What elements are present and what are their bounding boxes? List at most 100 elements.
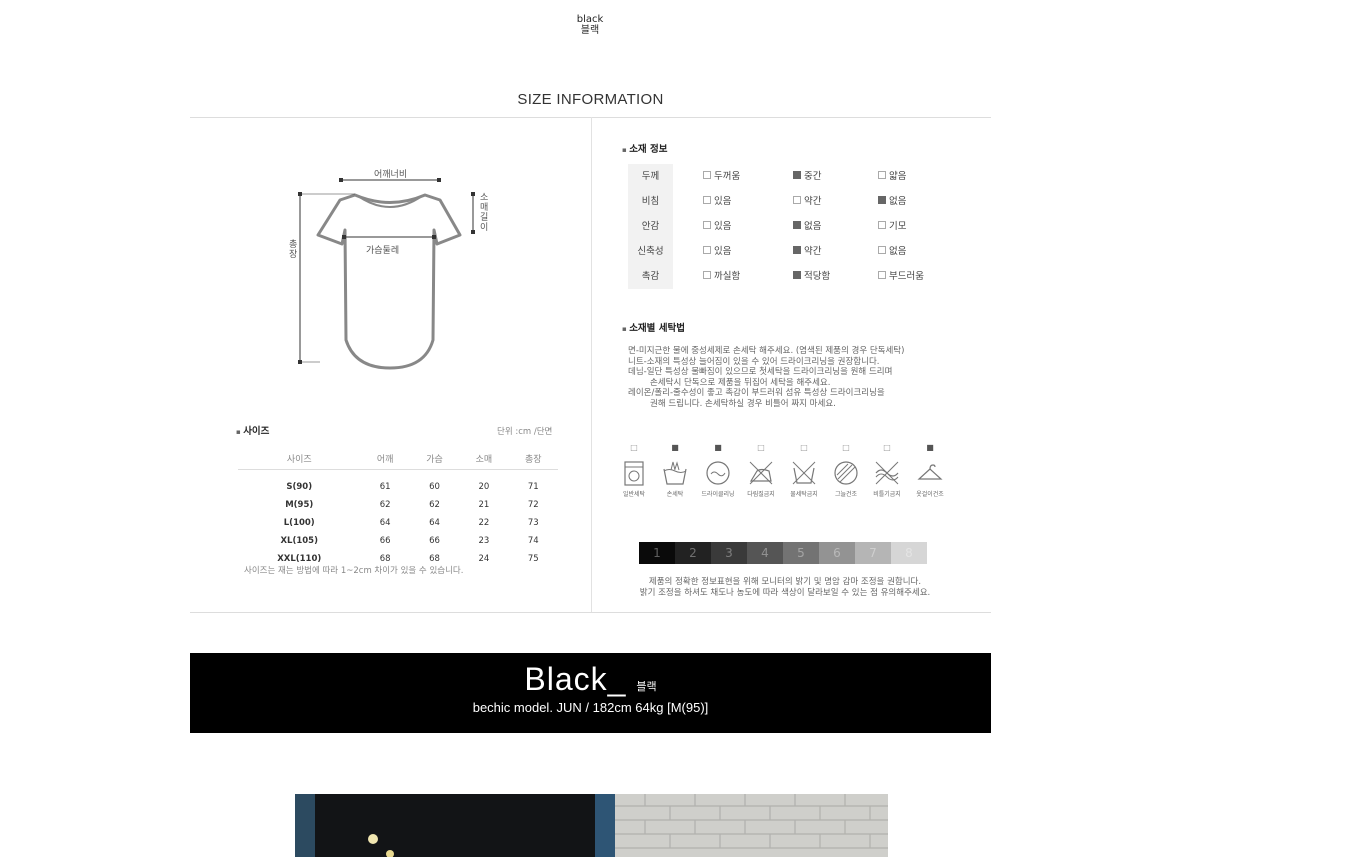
care-label: 드라이클리닝 [701,491,735,498]
chest-cell: 62 [429,500,440,510]
shoulder-cell: 64 [379,518,391,528]
fabric-row-label: 신축성 [628,239,673,264]
table-row: XL(105) 66 66 23 74 [238,532,558,550]
checkbox-checked-icon [793,171,801,179]
banner-model-info: bechic model. JUN / 182cm 64kg [M(95)] [472,700,709,715]
tone-swatch: 1 [639,542,675,564]
wash-line: 레이온/폴리-줄수성이 좋고 촉감이 부드러워 섬유 특성상 드라이크리닝을 [628,388,885,399]
care-item-dry-clean: ■ 드라이클리닝 [698,443,738,498]
chest-width-label: 가슴둘레 [366,246,400,256]
checkbox-icon [703,221,711,229]
chest-cell: 60 [429,482,440,492]
tone-swatch: 7 [855,542,891,564]
fabric-option-selected: 약간 [793,239,821,264]
shoulder-width-label: 어깨너비 [374,170,408,180]
tshirt-outline-icon [298,178,475,370]
center-divider [591,117,592,613]
checkbox-icon [878,271,886,279]
checkbox-checked-icon [793,271,801,279]
color-option-label[interactable]: black 블랙 [540,14,640,36]
photo-scene [295,794,888,857]
checkbox-icon [878,171,886,179]
sleeve-cell: 21 [478,500,490,510]
care-checkbox-empty: □ [630,443,638,452]
checkbox-icon [703,271,711,279]
tone-swatch: 6 [819,542,855,564]
fabric-option-selected: 없음 [878,189,906,214]
care-item-shade-dry: □ 그늘건조 [826,443,866,498]
banner-title-en: Black [524,661,608,697]
length-cell: 75 [527,554,539,564]
fabric-option: 기모 [878,214,906,239]
care-label: 물세탁금지 [790,491,818,498]
care-checkbox-empty: □ [800,443,808,452]
checkbox-icon [703,246,711,254]
header-cell: 어깨 [360,448,410,470]
size-cell: L(100) [283,518,315,528]
size-cell: XL(105) [280,536,318,546]
table-row: M(95) 62 62 21 72 [238,496,558,514]
fabric-option-selected: 적당함 [793,264,830,289]
size-cell: M(95) [285,500,314,510]
size-unit-label: 단위 :cm /단면 [497,427,553,437]
color-name-ko: 블랙 [580,25,600,36]
hanger-dry-icon [917,464,943,480]
no-iron-icon [749,461,773,485]
checkbox-icon [878,221,886,229]
fabric-row-transparency: 비침 있음 약간 없음 [628,189,948,214]
tone-swatch: 5 [783,542,819,564]
care-checkbox-checked: ■ [671,443,679,452]
note-line: 제품의 정확한 정보표현을 위해 모니터의 밝기 및 명암 감마 조정을 권합니… [648,577,922,587]
shade-dry-icon [834,461,858,485]
care-item-no-wring: □ 비틀기금지 [867,443,907,498]
care-label: 손세탁 [666,491,684,498]
care-checkbox-empty: □ [842,443,850,452]
header-cell: 사이즈 [238,448,361,470]
fabric-row-elasticity: 신축성 있음 약간 없음 [628,239,948,264]
care-item-hanger-dry: ■ 옷걸이건조 [910,443,950,498]
banner-title: Black_ 블랙 [524,661,657,697]
care-item-machine-wash: □ 일반세탁 [614,443,654,498]
fabric-option: 약간 [793,189,821,214]
sleeve-cell: 24 [478,554,490,564]
care-label: 그늘건조 [834,491,858,498]
hand-wash-icon [663,461,687,485]
tone-swatch: 3 [711,542,747,564]
size-cell: S(90) [286,482,313,492]
total-length-label: 총장 [289,240,298,260]
fabric-row-label: 두께 [628,164,673,189]
note-line: 밝기 조정을 하셔도 채도나 농도에 따라 색상이 달라보일 수 있는 점 유의… [639,587,931,598]
fabric-option: 없음 [878,239,906,264]
wash-line: 면-미지근한 물에 중성세제로 손세탁 해주세요. (염색된 제품의 경우 단독… [628,346,905,356]
wash-instructions: 면-미지근한 물에 중성세제로 손세탁 해주세요. (염색된 제품의 경우 단독… [628,346,968,410]
checkbox-checked-icon [878,196,886,204]
care-item-no-iron: □ 다림질금지 [741,443,781,498]
table-row: S(90) 61 60 20 71 [238,478,558,496]
fabric-option-selected: 중간 [793,164,821,189]
tone-swatch: 4 [747,542,783,564]
care-item-hand-wash: ■ 손세탁 [655,443,695,498]
length-cell: 72 [527,500,539,510]
color-name-en: black [576,14,604,25]
size-section-title: 사이즈 [236,423,269,437]
wash-line: 니트-소재의 특성상 늘어짐이 있을 수 있어 드라이크리닝을 권장합니다. [628,356,880,367]
bottom-divider [190,612,991,613]
chest-cell: 66 [429,536,440,546]
fabric-section-title: 소재 정보 [622,141,667,155]
sleeve-cell: 23 [478,536,490,546]
washing-machine-icon [624,461,644,486]
care-checkbox-empty: □ [883,443,891,452]
product-photo [295,794,888,857]
no-wring-icon [875,461,899,485]
fabric-option: 부드러움 [878,264,924,289]
banner-title-ko: 블랙 [636,681,657,693]
no-water-wash-icon [792,461,816,485]
care-label: 다림질금지 [747,491,775,498]
sleeve-length-label: 소매길이 [480,193,489,233]
care-checkbox-empty: □ [757,443,765,452]
fabric-row-lining: 안감 있음 없음 기모 [628,214,948,239]
care-label: 옷걸이건조 [916,491,944,498]
fabric-row-texture: 촉감 까실함 적당함 부드러움 [628,264,948,289]
sleeve-cell: 20 [478,482,490,492]
shoulder-cell: 62 [379,500,391,510]
